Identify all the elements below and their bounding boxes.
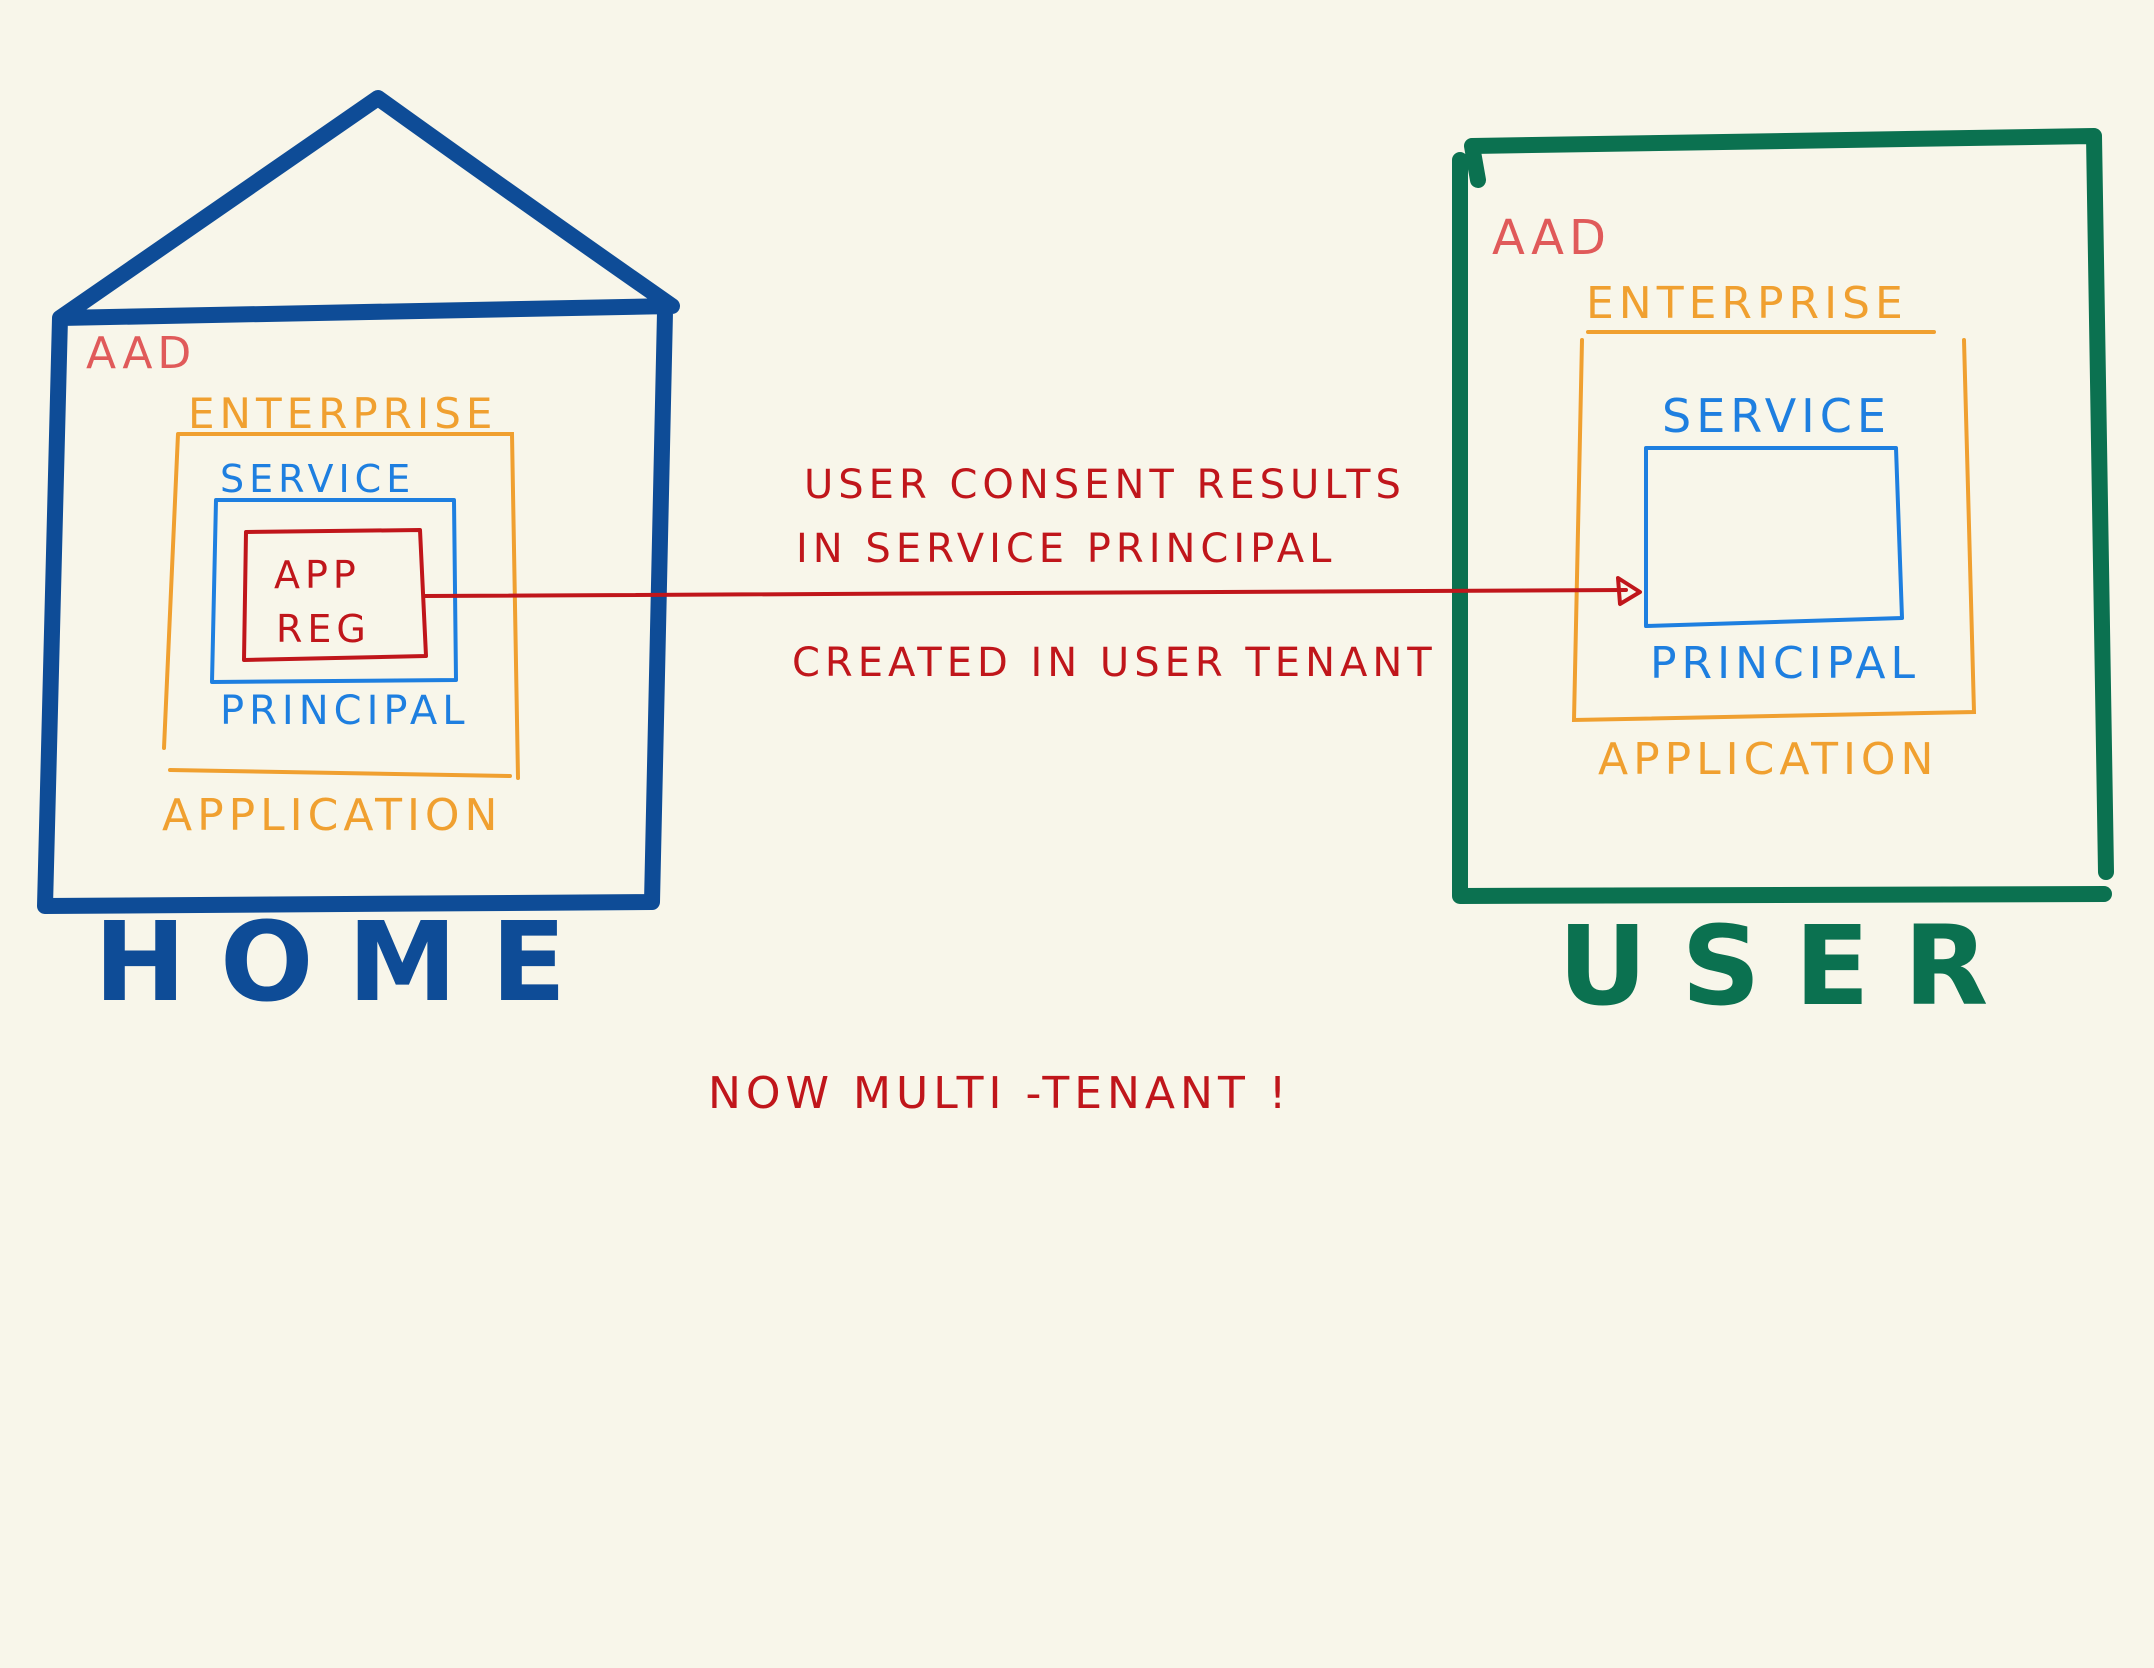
home-application-label: APPLICATION <box>162 790 502 841</box>
diagram-canvas: AAD ENTERPRISE SERVICE APP REG PRINCIPAL… <box>0 0 2154 1668</box>
home-service-label: SERVICE <box>220 457 415 501</box>
user-application-label: APPLICATION <box>1598 734 1938 785</box>
home-principal-label: PRINCIPAL <box>220 688 470 734</box>
user-aad-label: AAD <box>1492 210 1611 266</box>
tenant-diagram: AAD ENTERPRISE SERVICE APP REG PRINCIPAL… <box>37 90 2114 1119</box>
annotation-line-3: CREATED IN USER TENANT <box>792 640 1437 686</box>
user-service-principal-box <box>1644 446 1904 628</box>
home-tenant: AAD ENTERPRISE SERVICE APP REG PRINCIPAL… <box>37 90 680 1026</box>
annotation-line-2: IN SERVICE PRINCIPAL <box>796 526 1336 572</box>
user-tenant-name: USER <box>1558 902 2022 1030</box>
home-app-reg-line2: REG <box>276 607 371 651</box>
home-app-reg-line1: APP <box>274 553 361 597</box>
home-aad-label: AAD <box>86 328 196 379</box>
user-service-label: SERVICE <box>1662 389 1891 443</box>
home-tenant-name: HOME <box>94 898 600 1026</box>
user-enterprise-label: ENTERPRISE <box>1586 278 1908 329</box>
user-principal-label: PRINCIPAL <box>1650 638 1920 689</box>
home-enterprise-label: ENTERPRISE <box>188 389 497 438</box>
user-tenant: AAD ENTERPRISE SERVICE PRINCIPAL APPLICA… <box>1452 128 2114 1030</box>
consent-arrow-line <box>422 588 1628 598</box>
footer-note: NOW MULTI -TENANT ! <box>708 1068 1291 1119</box>
annotation-line-1: USER CONSENT RESULTS <box>804 462 1406 508</box>
